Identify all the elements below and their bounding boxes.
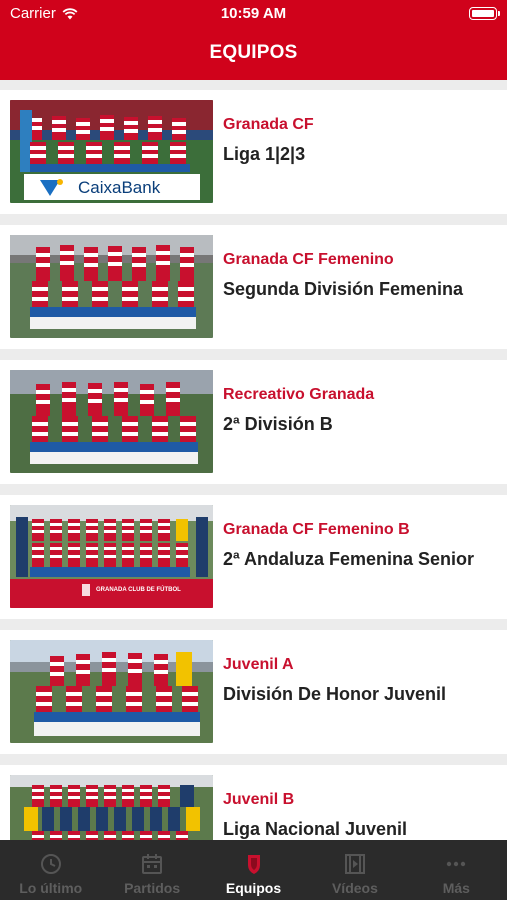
banner-caixabank: CaixaBank [78,178,161,197]
team-name: Juvenil A [223,656,294,673]
team-league: Liga Nacional Juvenil [223,819,408,839]
team-photo [10,775,213,840]
clock-icon [40,854,61,874]
team-name: Recreativo Granada [223,386,375,403]
team-photo [10,370,213,473]
tab-label: Partidos [124,880,181,896]
team-row[interactable]: Juvenil B Liga Nacional Juvenil [0,765,507,840]
team-row[interactable]: CaixaBank Granada CF Liga 1|2|3 [0,90,507,214]
banner-granada: GRANADA CLUB DE FÚTBOL [96,586,181,593]
team-photo [10,235,213,338]
team-row[interactable]: GRANADA CLUB DE FÚTBOL Granada CF Femeni… [0,495,507,619]
tab-label: Equipos [225,880,282,896]
tab-equipos[interactable]: Equipos [203,840,304,900]
battery-icon [469,7,500,20]
clock: 10:59 AM [220,5,287,22]
page-title: EQUIPOS [209,42,298,63]
team-row[interactable]: Juvenil A División De Honor Juvenil [0,630,507,754]
tab-mas[interactable]: Más [406,840,507,900]
film-icon [344,854,365,874]
team-name: Granada CF [223,116,314,133]
status-bar: Carrier 10:59 AM [0,0,507,28]
tab-label: Lo último [19,880,83,896]
team-name: Granada CF Femenino [223,251,394,268]
team-photo: CaixaBank [10,100,213,203]
team-league: 2ª División B [223,414,333,434]
more-icon [447,861,466,867]
team-league: Segunda División Femenina [223,279,464,299]
tab-videos[interactable]: Vídeos [304,840,405,900]
tab-label: Vídeos [331,880,378,896]
team-photo [10,640,213,743]
team-photo: GRANADA CLUB DE FÚTBOL [10,505,213,608]
team-name: Juvenil B [223,791,295,808]
teams-list[interactable]: CaixaBank Granada CF Liga 1|2|3 Granada … [0,80,507,840]
tab-label: Más [442,880,470,896]
calendar-icon [142,854,163,874]
team-league: División De Honor Juvenil [223,684,447,704]
header: Carrier 10:59 AM EQUIPOS [0,0,507,80]
team-row[interactable]: Recreativo Granada 2ª División B [0,360,507,484]
team-row[interactable]: Granada CF Femenino Segunda División Fem… [0,225,507,349]
tab-partidos[interactable]: Partidos [101,840,202,900]
team-league: Liga 1|2|3 [223,144,306,164]
shield-icon [247,855,260,874]
tab-lo-ultimo[interactable]: Lo último [0,840,101,900]
tab-bar: Lo último Partidos Equipos Vídeos Más [0,840,507,900]
team-name: Granada CF Femenino B [223,521,410,538]
team-league: 2ª Andaluza Femenina Senior [223,549,475,569]
